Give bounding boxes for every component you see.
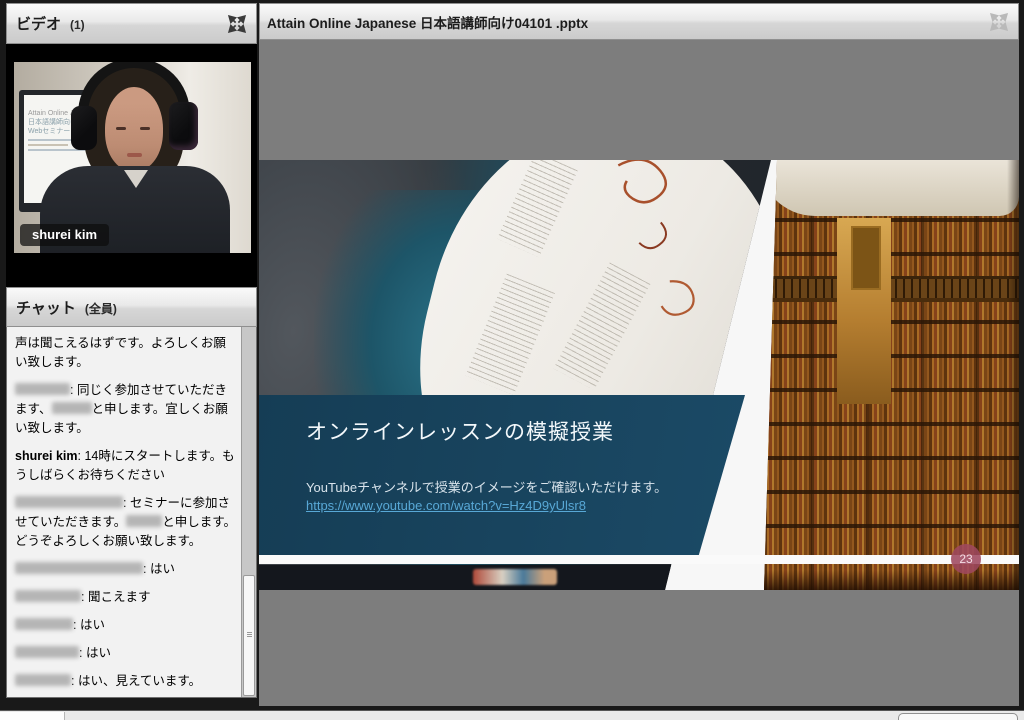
library-gold-column [837, 218, 891, 404]
slide-photo-library [759, 160, 1019, 590]
redacted-sender-name [15, 674, 71, 686]
library-ceiling [759, 160, 1019, 216]
redacted-sender-name [15, 590, 81, 602]
chat-message-list-container: 声は聞こえるはずです。よろしくお願い致します。 : 同じく参加させていただきます、… [6, 327, 257, 698]
window-bottom-bar [0, 710, 1024, 720]
video-panel-header[interactable]: ビデオ (1) [6, 3, 257, 44]
slide-title-banner: オンラインレッスンの模擬授業 YouTubeチャンネルで授業のイメージをご確認い… [259, 395, 745, 555]
chat-message: : はい [15, 560, 237, 579]
chat-message: : 聞こえます [15, 588, 237, 607]
slide-title: オンラインレッスンの模擬授業 [306, 416, 614, 446]
slide-youtube-link[interactable]: https://www.youtube.com/watch?v=Hz4D9yUl… [306, 498, 586, 513]
participant-name-tag: shurei kim [20, 224, 109, 246]
slide-body-text: YouTubeチャンネルで授業のイメージをご確認いただけます。 [306, 477, 667, 496]
redacted-text [52, 402, 92, 414]
chat-panel-header[interactable]: チャット (全員) [6, 287, 257, 327]
scrollbar-grip-icon [247, 632, 252, 637]
chat-message: : はい、見えています。 [15, 672, 237, 691]
chat-message: : はい [15, 644, 237, 663]
webcam-video: Attain Online Jap 日本語講師向け Webセミナー shurei… [14, 62, 251, 253]
chat-sender-name: shurei kim [15, 449, 78, 463]
chat-scrollbar-thumb[interactable] [243, 575, 255, 696]
headphone-earcup [71, 106, 97, 150]
video-feed-area: Attain Online Jap 日本語講師向け Webセミナー shurei… [6, 44, 257, 287]
presentation-title-bar[interactable]: Attain Online Japanese 日本語講師向け04101 .ppt… [259, 3, 1019, 40]
redacted-sender-name [15, 646, 79, 658]
presentation-expand-icon[interactable] [989, 12, 1009, 32]
presentation-file-name: Attain Online Japanese 日本語講師向け04101 .ppt… [267, 12, 588, 32]
headphone-earcup [169, 102, 198, 150]
bottom-bar-left-segment [0, 712, 65, 720]
chat-message: shurei kim: 14時にスタートします。もうしばらくお待ちください [15, 447, 237, 485]
chat-scope-label: (全員) [85, 300, 117, 317]
redacted-sender-name [15, 383, 70, 395]
presentation-viewport: オンラインレッスンの模擬授業 YouTubeチャンネルで授業のイメージをご確認い… [259, 40, 1019, 706]
redacted-sender-name [15, 562, 143, 574]
redacted-sender-name [15, 618, 73, 630]
video-participant-count: (1) [70, 18, 85, 32]
chat-message: : 同じく参加させていただきます、と申します。宜しくお願い致します。 [15, 381, 237, 438]
bottom-bar-button[interactable] [898, 713, 1018, 720]
redacted-text [126, 515, 162, 527]
chat-message: : はい [15, 616, 237, 635]
photo-bottom-fragment [473, 569, 557, 585]
slide-divider-stripe [259, 555, 1019, 564]
slide: オンラインレッスンの模擬授業 YouTubeチャンネルで授業のイメージをご確認い… [259, 160, 1019, 590]
webinar-window: ビデオ (1) Attain Online Jap 日本語講師向け Webセミナ… [0, 0, 1024, 720]
chat-messages: 声は聞こえるはずです。よろしくお願い致します。 : 同じく参加させていただきます、… [7, 327, 241, 697]
slide-page-number-badge: 23 [951, 544, 981, 574]
chat-message: : セミナーに参加させていただきます。と申します。どうぞよろしくお願い致します。 [15, 494, 237, 551]
video-panel-title: ビデオ [16, 13, 61, 34]
chat-message: 声は聞こえるはずです。よろしくお願い致します。 [15, 334, 237, 372]
chat-panel-title: チャット [16, 297, 76, 318]
chat-scrollbar-track[interactable] [241, 327, 256, 697]
video-expand-icon[interactable] [227, 14, 247, 34]
redacted-sender-name [15, 496, 123, 508]
